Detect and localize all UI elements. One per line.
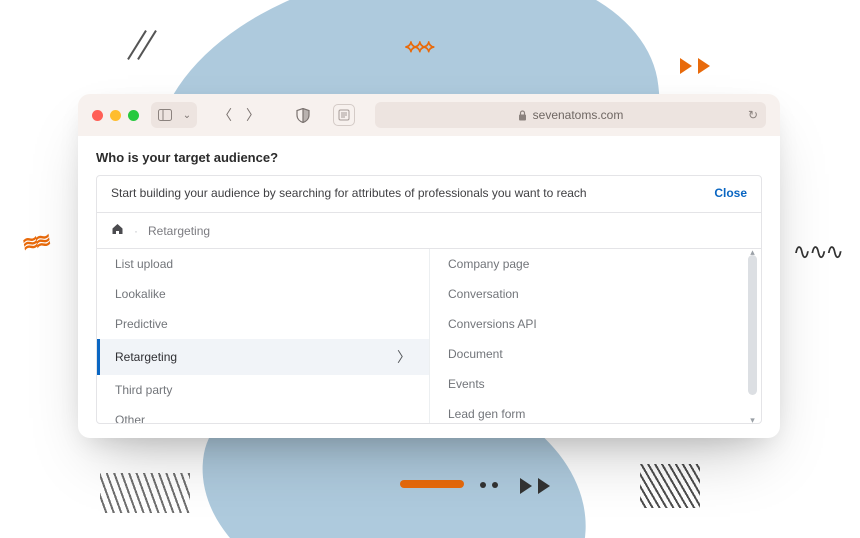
- address-bar[interactable]: sevenatoms.com ↻: [375, 102, 766, 128]
- category-column-right: Company page Conversation Conversions API D…: [429, 249, 761, 423]
- panel-prompt: Start building your audience by searchin…: [111, 186, 587, 200]
- lock-icon: [518, 110, 527, 121]
- browser-window: ⌄ 〈 〉 sevenatoms.com ↻ Who is your targe…: [78, 94, 780, 438]
- option-label: Retargeting: [115, 350, 177, 364]
- audience-option-list-upload[interactable]: List upload: [97, 249, 429, 279]
- decorative-dots-bottom: [480, 482, 498, 488]
- audience-option-third-party[interactable]: Third party: [97, 375, 429, 405]
- decorative-lines-top-left: [130, 28, 172, 58]
- panel-header: Start building your audience by searchin…: [97, 176, 761, 213]
- address-bar-url: sevenatoms.com: [533, 108, 624, 122]
- home-icon[interactable]: [111, 223, 124, 238]
- breadcrumb-separator: ·: [134, 224, 138, 238]
- decorative-hatching-bottom-right: [640, 464, 700, 508]
- page-heading: Who is your target audience?: [96, 150, 762, 165]
- decorative-hatching-bottom-left: [100, 473, 190, 513]
- back-button[interactable]: 〈: [213, 104, 237, 126]
- option-label: Events: [448, 377, 485, 391]
- breadcrumb: · Retargeting: [97, 213, 761, 249]
- decorative-zigzag-right: ∿∿∿: [793, 240, 842, 266]
- scroll-down-arrow[interactable]: ▾: [748, 415, 757, 424]
- chevron-right-icon: 〉: [397, 347, 411, 367]
- audience-option-company-page[interactable]: Company page: [430, 249, 761, 279]
- option-label: Lookalike: [115, 287, 166, 301]
- privacy-shield-button[interactable]: [291, 104, 315, 126]
- decorative-triangles-top-right: [680, 58, 710, 74]
- decorative-bar-orange: [400, 480, 464, 488]
- columns-container: List upload Lookalike Predictive Retargetin…: [97, 249, 761, 423]
- option-label: Document: [448, 347, 503, 361]
- audience-option-predictive[interactable]: Predictive: [97, 309, 429, 339]
- option-label: Company page: [448, 257, 529, 271]
- option-label: Third party: [115, 383, 172, 397]
- audience-option-conversions-api[interactable]: Conversions API: [430, 309, 761, 339]
- nav-arrows: 〈 〉: [213, 104, 265, 126]
- decorative-triangles-bottom: [520, 478, 550, 494]
- close-window-button[interactable]: [92, 110, 103, 121]
- option-label: Conversation: [448, 287, 519, 301]
- audience-panel: Start building your audience by searchin…: [96, 175, 762, 424]
- audience-option-events[interactable]: Events: [430, 369, 761, 399]
- audience-option-conversation[interactable]: Conversation: [430, 279, 761, 309]
- traffic-lights: [92, 110, 139, 121]
- sidebar-toggle-group: ⌄: [151, 102, 197, 128]
- audience-option-document[interactable]: Document: [430, 339, 761, 369]
- sidebar-icon: [158, 109, 172, 121]
- breadcrumb-current: Retargeting: [148, 224, 210, 238]
- option-label: Lead gen form: [448, 407, 525, 421]
- maximize-window-button[interactable]: [128, 110, 139, 121]
- decorative-squiggle-orange-left: ≋≋: [20, 228, 49, 257]
- scrollbar-thumb[interactable]: [748, 255, 757, 395]
- scroll-track: ▴ ▾: [750, 249, 759, 423]
- browser-toolbar: ⌄ 〈 〉 sevenatoms.com ↻: [78, 94, 780, 136]
- sidebar-toggle-button[interactable]: [153, 104, 177, 126]
- reader-mode-button[interactable]: [333, 104, 355, 126]
- audience-option-lookalike[interactable]: Lookalike: [97, 279, 429, 309]
- option-label: List upload: [115, 257, 173, 271]
- audience-option-retargeting[interactable]: Retargeting 〉: [97, 339, 429, 375]
- reader-icon: [338, 109, 350, 121]
- option-label: Other: [115, 413, 145, 423]
- category-column-left: List upload Lookalike Predictive Retargetin…: [97, 249, 429, 423]
- decorative-squiggle-orange-top: ⟡⟡⟡: [405, 36, 432, 57]
- option-label: Predictive: [115, 317, 168, 331]
- reload-button[interactable]: ↻: [748, 108, 758, 122]
- audience-option-lead-gen-form[interactable]: Lead gen form: [430, 399, 761, 423]
- shield-icon: [296, 108, 310, 123]
- minimize-window-button[interactable]: [110, 110, 121, 121]
- audience-option-other[interactable]: Other: [97, 405, 429, 423]
- close-link[interactable]: Close: [714, 186, 747, 200]
- page-content: Who is your target audience? Start build…: [78, 136, 780, 424]
- option-label: Conversions API: [448, 317, 537, 331]
- sidebar-dropdown-button[interactable]: ⌄: [179, 104, 195, 126]
- forward-button[interactable]: 〉: [241, 104, 265, 126]
